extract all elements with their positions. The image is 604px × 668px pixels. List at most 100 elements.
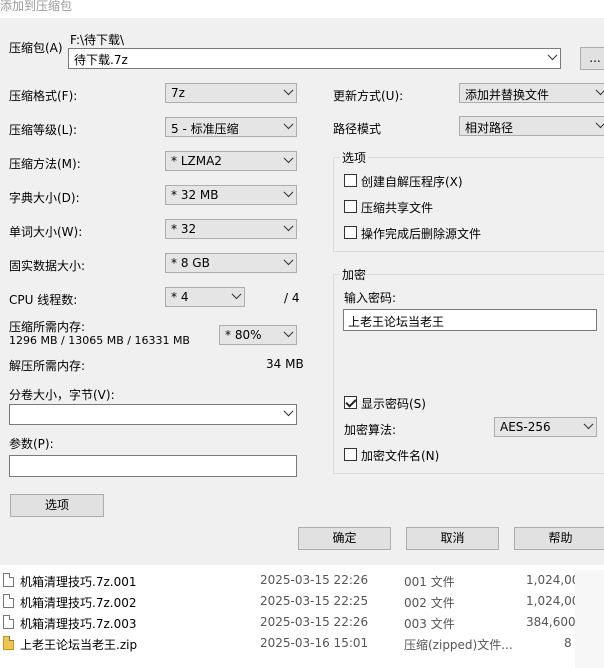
pathmode-select[interactable]: 相对路径 [459,116,604,136]
chevron-down-icon [283,187,294,198]
shared-label: 压缩共享文件 [361,201,434,215]
dict-label: 字典大小(D): [9,191,80,205]
chevron-down-icon [547,50,558,61]
word-value: * 32 [171,222,197,236]
pathmode-label: 路径模式 [333,122,382,136]
file-date: 2025-03-16 15:01 [260,636,369,650]
browse-button[interactable]: ... [580,47,604,70]
file-date: 2025-03-15 22:26 [260,573,369,587]
archive-name-value: 待下载.7z [74,53,128,67]
file-type: 压缩(zipped)文件... [404,638,513,652]
encrypt-names-checkbox[interactable] [344,448,357,461]
enc-method-label: 加密算法: [344,423,397,437]
sfx-label: 创建自解压程序(X) [361,175,463,189]
file-row[interactable]: 机箱清理技巧.7z.003 2025-03-15 22:26 003 文件 38… [0,612,604,633]
params-input[interactable] [9,455,297,477]
file-icon [3,594,14,608]
file-name: 上老王论坛当老王.zip [20,638,138,652]
mem-label: 压缩所需内存: [9,320,86,334]
password-value: 上老王论坛当老王 [348,315,445,329]
mem-detail: 1296 MB / 13065 MB / 16331 MB [9,334,190,347]
delete-checkbox[interactable] [344,226,357,239]
file-type: 001 文件 [404,575,455,589]
chevron-down-icon [231,289,242,300]
pathmode-value: 相对路径 [465,121,514,135]
file-name: 机箱清理技巧.7z.002 [20,596,137,610]
title-bar: 添加到压缩包 [0,0,604,18]
cpu-select[interactable]: * 4 [165,287,245,307]
password-input[interactable]: 上老王论坛当老王 [343,309,597,331]
file-row[interactable]: 机箱清理技巧.7z.002 2025-03-15 22:25 002 文件 1,… [0,591,604,612]
cpu-value: * 4 [171,290,189,304]
word-select[interactable]: * 32 [165,219,297,239]
chevron-down-icon [595,118,604,129]
split-combo[interactable] [9,404,297,425]
file-date: 2025-03-15 22:26 [260,615,369,629]
cpu-max: / 4 [284,291,300,305]
decomp-label: 解压所需内存: [9,359,86,373]
options-button[interactable]: 选项 [10,494,104,517]
help-button[interactable]: 帮助 [514,527,604,550]
ok-button[interactable]: 确定 [298,527,391,550]
add-to-archive-dialog: 添加到压缩包 压缩包(A) F:\待下载\ 待下载.7z ... 压缩格式(F)… [0,0,604,565]
enc-method-select[interactable]: AES-256 [494,417,597,437]
file-name: 机箱清理技巧.7z.003 [20,617,137,631]
solid-select[interactable]: * 8 GB [165,253,297,273]
encryption-group-title: 加密 [340,266,369,283]
file-name: 机箱清理技巧.7z.001 [20,575,137,589]
chevron-down-icon [583,419,594,430]
mem-select[interactable]: * 80% [219,325,297,345]
archive-name-combo[interactable]: 待下载.7z [68,48,561,69]
file-icon [3,615,14,629]
update-label: 更新方式(U): [333,89,404,103]
dict-select[interactable]: * 32 MB [165,185,297,205]
chevron-down-icon [283,85,294,96]
options-group-title: 选项 [340,149,369,166]
chevron-down-icon [283,327,294,338]
show-password-checkbox[interactable] [344,396,357,409]
file-size: 384,600 [526,615,576,629]
password-label: 输入密码: [344,291,397,305]
file-size: 1,024,00 [526,594,580,608]
level-value: 5 - 标准压缩 [171,122,239,136]
scrollbar[interactable] [575,570,604,668]
chevron-down-icon [283,255,294,266]
mem-value: * 80% [225,328,262,342]
archive-label: 压缩包(A) [9,41,63,55]
file-row[interactable]: 上老王论坛当老王.zip 2025-03-16 15:01 压缩(zipped)… [0,633,604,654]
format-value: 7z [171,86,185,100]
window-title: 添加到压缩包 [0,0,73,13]
file-type: 002 文件 [404,596,455,610]
chevron-down-icon [283,153,294,164]
update-select[interactable]: 添加并替换文件 [459,83,604,103]
method-select[interactable]: * LZMA2 [165,151,297,171]
level-select[interactable]: 5 - 标准压缩 [165,117,297,137]
method-label: 压缩方法(M): [9,157,81,171]
update-value: 添加并替换文件 [465,88,550,102]
cpu-label: CPU 线程数: [9,293,78,307]
file-size: 8 [564,636,572,650]
file-icon [3,573,14,587]
decomp-value: 34 MB [266,357,304,371]
chevron-down-icon [595,85,604,96]
file-size: 1,024,00 [526,573,580,587]
dict-value: * 32 MB [171,188,219,202]
solid-label: 固实数据大小: [9,259,86,273]
file-list: 机箱清理技巧.7z.001 2025-03-15 22:26 001 文件 1,… [0,565,604,668]
shared-checkbox[interactable] [344,200,357,213]
show-password-label: 显示密码(S) [361,397,426,411]
format-select[interactable]: 7z [165,83,297,103]
solid-value: * 8 GB [171,256,210,270]
cancel-button[interactable]: 取消 [406,527,499,550]
level-label: 压缩等级(L): [9,123,78,137]
delete-label: 操作完成后删除源文件 [361,227,482,241]
enc-method-value: AES-256 [500,420,551,434]
chevron-down-icon [283,119,294,130]
encrypt-names-label: 加密文件名(N) [361,449,440,463]
file-row[interactable]: 机箱清理技巧.7z.001 2025-03-15 22:26 001 文件 1,… [0,570,604,591]
sfx-checkbox[interactable] [344,174,357,187]
chevron-down-icon [283,406,294,417]
file-date: 2025-03-15 22:25 [260,594,369,608]
method-value: * LZMA2 [171,154,222,168]
file-type: 003 文件 [404,617,455,631]
